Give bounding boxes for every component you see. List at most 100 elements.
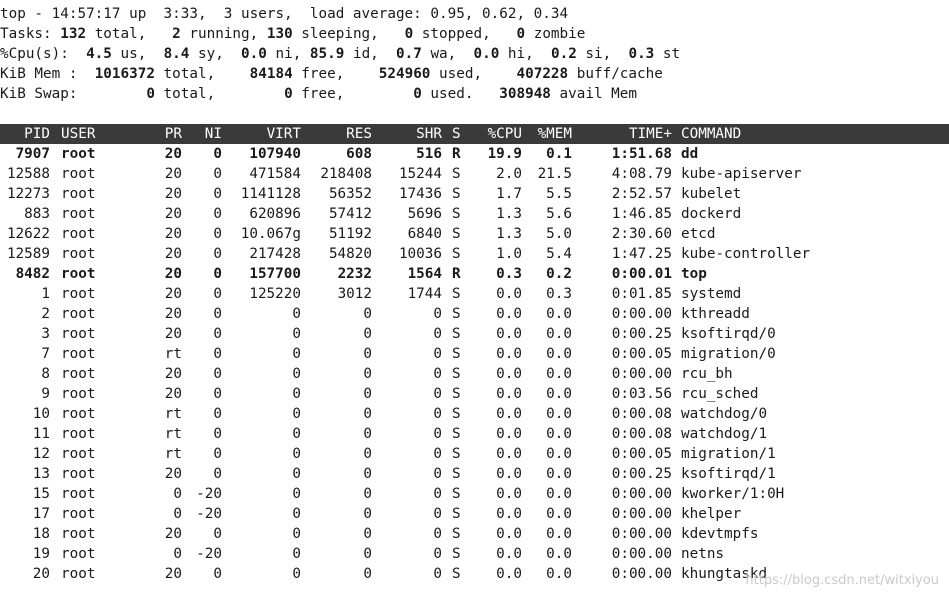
- process-shr-cell: 17436: [398, 186, 442, 202]
- process-row[interactable]: 1 root 20 0 125220 3012 1744 S 0.0 0.3 0:01.85 syst…: [0, 284, 949, 304]
- process-time-cell: 0:00.00: [611, 506, 672, 522]
- process-row[interactable]: 12 root rt 0 0 0 0 S 0.0 0.0 0:00.05 migration/1: [0, 444, 949, 464]
- process-virt-cell: 0: [292, 486, 301, 502]
- process-pid-cell: 9: [41, 386, 50, 402]
- process-row[interactable]: 10 root rt 0 0 0 0 S 0.0 0.0 0:00.08 watchdog/0: [0, 404, 949, 424]
- process-ni-cell: 0: [213, 186, 222, 202]
- process-s-cell: S: [452, 466, 461, 482]
- process-time-cell: 0:00.00: [611, 366, 672, 382]
- process-ni-cell: 0: [213, 306, 222, 322]
- process-row[interactable]: 13 root 20 0 0 0 0 S 0.0 0.0 0:00.25 ksoftirqd/1: [0, 464, 949, 484]
- summary-value: 0: [404, 26, 414, 42]
- process-pid-cell: 18: [32, 526, 50, 542]
- process-ni-cell: 0: [213, 286, 222, 302]
- summary-value: 0.2: [550, 46, 577, 62]
- process-row[interactable]: 15 root 0 -20 0 0 0 S 0.0 0.0 0:00.00 kworker/1:0H: [0, 484, 949, 504]
- process-row[interactable]: 883 root 20 0 620896 57412 5696 S 1.3 5.6 1:46.85 d…: [0, 204, 949, 224]
- process-cpu-cell: 1.3: [496, 206, 522, 222]
- process-res-cell: 2232: [337, 266, 372, 282]
- terminal-window[interactable]: top - 14:57:17 up 3:33, 3 users, load av…: [0, 4, 949, 584]
- process-cpu-cell: 19.9: [487, 146, 522, 162]
- process-row[interactable]: 9 root 20 0 0 0 0 S 0.0 0.0 0:03.56 rcu_sched: [0, 384, 949, 404]
- process-s-cell: R: [452, 146, 461, 162]
- process-time-cell: 2:30.60: [611, 226, 672, 242]
- process-res-cell: 57412: [328, 206, 372, 222]
- summary-label: total,: [154, 86, 285, 102]
- summary-value: 8.4: [163, 46, 190, 62]
- process-ni-cell: -20: [196, 486, 222, 502]
- process-row[interactable]: 17 root 0 -20 0 0 0 S 0.0 0.0 0:00.00 khelper: [0, 504, 949, 524]
- process-shr-cell: 0: [433, 426, 442, 442]
- process-row[interactable]: 3 root 20 0 0 0 0 S 0.0 0.0 0:00.25 ksoftirqd/0: [0, 324, 949, 344]
- process-virt-cell: 0: [292, 566, 301, 582]
- process-user-cell: root: [61, 386, 96, 402]
- process-shr-cell: 0: [433, 366, 442, 382]
- process-cmd-cell: migration/1: [681, 446, 776, 462]
- process-user-cell: root: [61, 326, 96, 342]
- process-pid-cell: 12622: [6, 226, 50, 242]
- process-row[interactable]: 12588 root 20 0 471584 218408 15244 S 2.0 21.5 4:0…: [0, 164, 949, 184]
- process-time-cell: 1:47.25: [611, 246, 672, 262]
- column-header-shr: SHR: [416, 126, 442, 142]
- process-res-cell: 0: [363, 366, 372, 382]
- process-time-cell: 0:01.85: [611, 286, 672, 302]
- process-virt-cell: 0: [292, 386, 301, 402]
- process-cmd-cell: watchdog/0: [681, 406, 768, 422]
- process-mem-cell: 5.6: [546, 206, 572, 222]
- process-row[interactable]: 8 root 20 0 0 0 0 S 0.0 0.0 0:00.00 rcu_bh: [0, 364, 949, 384]
- process-cpu-cell: 0.0: [496, 346, 522, 362]
- summary-label: total,: [154, 66, 250, 82]
- process-mem-cell: 0.0: [546, 426, 572, 442]
- process-cpu-cell: 0.0: [496, 566, 522, 582]
- process-row[interactable]: 7 root rt 0 0 0 0 S 0.0 0.0 0:00.05 migration/0: [0, 344, 949, 364]
- process-res-cell: 0: [363, 326, 372, 342]
- process-user-cell: root: [61, 486, 96, 502]
- process-shr-cell: 0: [433, 446, 442, 462]
- process-pr-cell: 20: [164, 266, 182, 282]
- process-cpu-cell: 1.0: [496, 246, 522, 262]
- process-time-cell: 2:52.57: [611, 186, 672, 202]
- process-row[interactable]: 19 root 0 -20 0 0 0 S 0.0 0.0 0:00.00 netns: [0, 544, 949, 564]
- process-time-cell: 0:00.00: [611, 526, 672, 542]
- process-row[interactable]: 12622 root 20 0 10.067g 51192 6840 S 1.3 5.0 2:30.…: [0, 224, 949, 244]
- process-res-cell: 0: [363, 466, 372, 482]
- process-row[interactable]: 7907 root 20 0 107940 608 516 R 19.9 0.1 1:51.68 dd: [0, 144, 949, 164]
- process-ni-cell: -20: [196, 506, 222, 522]
- process-cpu-cell: 0.0: [496, 286, 522, 302]
- process-pr-cell: rt: [164, 446, 182, 462]
- process-row[interactable]: 2 root 20 0 0 0 0 S 0.0 0.0 0:00.00 kthreadd: [0, 304, 949, 324]
- process-mem-cell: 0.0: [546, 446, 572, 462]
- process-s-cell: S: [452, 166, 461, 182]
- process-ni-cell: 0: [213, 526, 222, 542]
- process-row[interactable]: 8482 root 20 0 157700 2232 1564 R 0.3 0.2 0:00.01 t…: [0, 264, 949, 284]
- process-mem-cell: 0.0: [546, 346, 572, 362]
- summary-label: free,: [292, 86, 414, 102]
- summary-tasks-line: Tasks: 132 total, 2 running, 130 sleepin…: [0, 24, 949, 44]
- process-row[interactable]: 11 root rt 0 0 0 0 S 0.0 0.0 0:00.08 watchdog/1: [0, 424, 949, 444]
- process-row[interactable]: 12273 root 20 0 1141128 56352 17436 S 1.7 5.5 2:52…: [0, 184, 949, 204]
- process-pr-cell: rt: [164, 406, 182, 422]
- summary-mem-line: KiB Mem : 1016372 total, 84184 free, 524…: [0, 64, 949, 84]
- process-shr-cell: 0: [433, 386, 442, 402]
- process-s-cell: R: [452, 266, 461, 282]
- process-pid-cell: 883: [24, 206, 50, 222]
- process-time-cell: 1:46.85: [611, 206, 672, 222]
- process-cpu-cell: 1.3: [496, 226, 522, 242]
- process-cpu-cell: 0.0: [496, 326, 522, 342]
- summary-label: ni,: [266, 46, 310, 62]
- process-s-cell: S: [452, 406, 461, 422]
- process-row[interactable]: 12589 root 20 0 217428 54820 10036 S 1.0 5.4 1:47.…: [0, 244, 949, 264]
- process-user-cell: root: [61, 406, 96, 422]
- process-mem-cell: 0.0: [546, 566, 572, 582]
- summary-label: us,: [111, 46, 164, 62]
- summary-value: 524960: [378, 66, 431, 82]
- process-pr-cell: 20: [164, 306, 182, 322]
- process-mem-cell: 0.0: [546, 506, 572, 522]
- process-s-cell: S: [452, 186, 461, 202]
- column-header-command: COMMAND: [681, 126, 742, 142]
- process-row[interactable]: 18 root 20 0 0 0 0 S 0.0 0.0 0:00.00 kdevtmpfs: [0, 524, 949, 544]
- process-user-cell: root: [61, 286, 96, 302]
- process-time-cell: 0:00.08: [611, 406, 672, 422]
- process-pid-cell: 12589: [6, 246, 50, 262]
